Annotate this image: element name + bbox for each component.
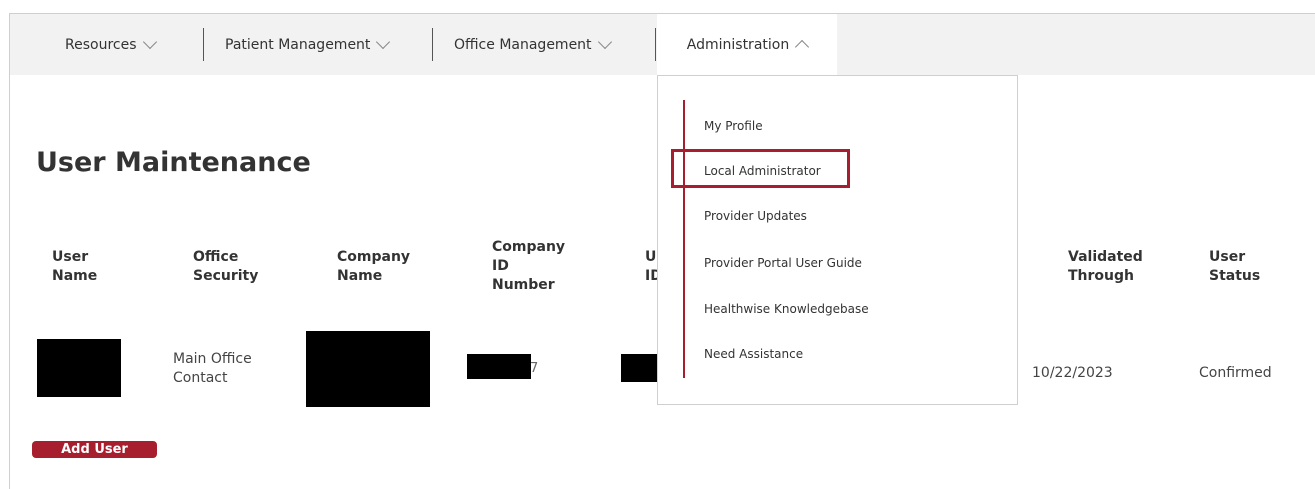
menu-item-my-profile[interactable]: My Profile — [704, 119, 763, 133]
redacted-company-name — [306, 331, 430, 407]
menu-item-provider-portal-user-guide[interactable]: Provider Portal User Guide — [704, 256, 862, 270]
menu-item-need-assistance[interactable]: Need Assistance — [704, 347, 803, 361]
header-user-status: User Status — [1209, 249, 1261, 284]
nav-patient-management-label: Patient Management — [225, 36, 371, 53]
chevron-down-icon — [376, 34, 391, 49]
chevron-up-icon — [795, 39, 810, 54]
menu-item-healthwise-knowledgebase[interactable]: Healthwise Knowledgebase — [704, 302, 869, 316]
cell-user-status: Confirmed — [1199, 365, 1272, 381]
nav-resources-label: Resources — [65, 36, 137, 53]
redacted-user-id — [621, 354, 658, 382]
menu-item-provider-updates[interactable]: Provider Updates — [704, 209, 807, 223]
header-user-name: User Name — [52, 249, 98, 284]
nav-divider — [655, 28, 656, 61]
header-company-id-number: Company ID Number — [492, 239, 566, 293]
cell-office-security: Main Office Contact — [173, 351, 252, 386]
chevron-down-icon — [142, 34, 157, 49]
redacted-user-name — [37, 339, 121, 397]
dropdown-accent-bar — [683, 100, 685, 378]
header-office-security: Office Security — [193, 249, 259, 284]
nav-resources[interactable]: Resources — [65, 14, 157, 75]
page-title: User Maintenance — [36, 147, 311, 178]
redacted-company-id — [467, 354, 531, 379]
chevron-down-icon — [597, 34, 612, 49]
add-user-button[interactable]: Add User — [32, 441, 157, 458]
nav-divider — [203, 28, 204, 61]
cell-validated-through: 10/22/2023 — [1032, 365, 1113, 381]
top-nav: Resources Patient Management Office Mana… — [10, 14, 1315, 75]
nav-office-management-label: Office Management — [454, 36, 592, 53]
menu-item-local-administrator[interactable]: Local Administrator — [704, 164, 821, 178]
nav-office-management[interactable]: Office Management — [454, 14, 612, 75]
nav-divider — [432, 28, 433, 61]
header-company-name: Company Name — [337, 249, 411, 284]
header-validated-through: Validated Through — [1068, 249, 1143, 284]
nav-administration-label: Administration — [686, 36, 790, 53]
cell-company-id-tail: 7 — [530, 361, 539, 376]
nav-administration[interactable]: Administration — [657, 14, 837, 75]
administration-dropdown: My Profile Local Administrator Provider … — [657, 75, 1018, 405]
nav-patient-management[interactable]: Patient Management — [225, 14, 391, 75]
